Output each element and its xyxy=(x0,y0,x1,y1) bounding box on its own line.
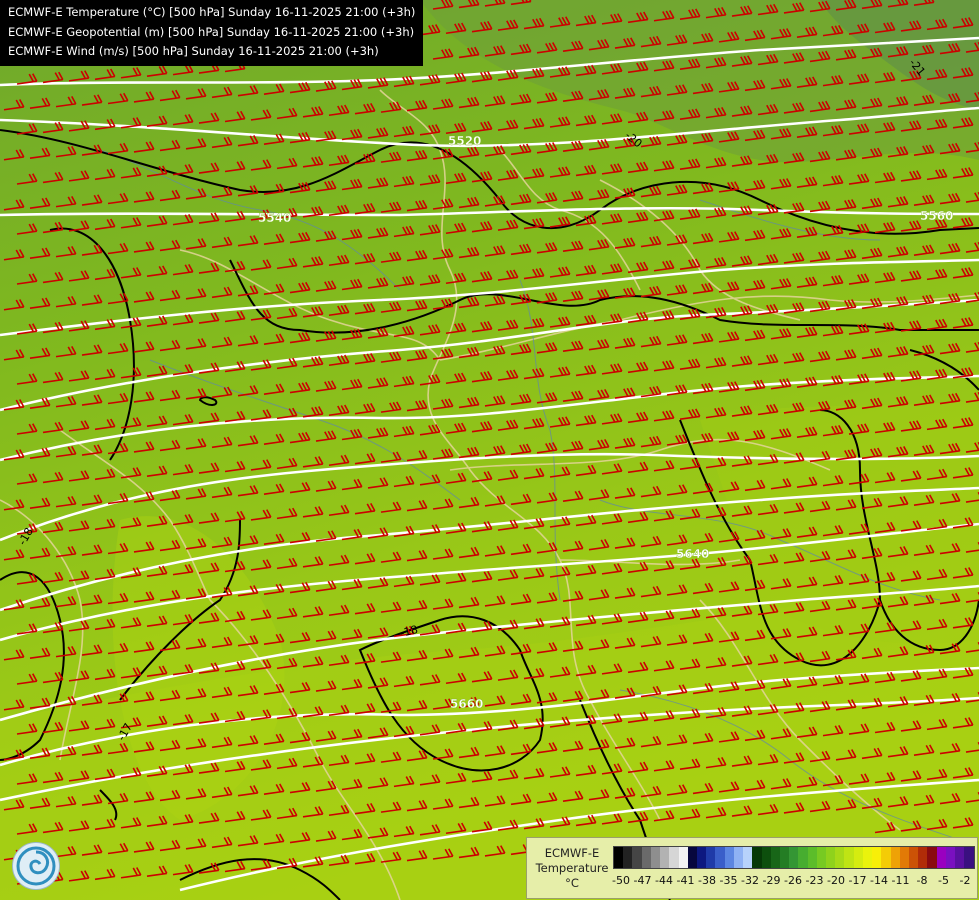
legend-color-swatch xyxy=(881,847,891,868)
legend-color-swatch xyxy=(706,847,716,868)
legend-color-swatch xyxy=(752,847,762,868)
isohypse-label: 5640 xyxy=(676,547,709,561)
map-info-box: ECMWF-E Temperature (°C) [500 hPa] Sunda… xyxy=(0,0,424,66)
legend-tick-label: -32 xyxy=(741,874,759,887)
legend-tick-label: -23 xyxy=(805,874,824,887)
legend-color-swatch xyxy=(687,847,697,868)
legend-title: ECMWF-E Temperature °C xyxy=(533,846,611,891)
legend-model: ECMWF-E xyxy=(544,846,600,860)
legend-unit: °C xyxy=(565,876,579,890)
legend-tick-label: -2 xyxy=(959,874,971,887)
legend-tick-label: -47 xyxy=(633,874,652,887)
legend-color-swatch xyxy=(632,847,642,868)
legend-color-swatch xyxy=(826,847,836,868)
temperature-info: ECMWF-E Temperature (°C) [500 hPa] Sunda… xyxy=(8,5,416,19)
legend-color-swatch xyxy=(724,847,734,868)
legend-color-swatch xyxy=(955,847,965,868)
ecmwf-logo-icon xyxy=(12,842,60,890)
legend-tick-label: -14 xyxy=(870,874,888,887)
legend-tick-label: -29 xyxy=(762,874,781,887)
legend-color-swatch xyxy=(899,847,909,868)
isohypse-label: 5560 xyxy=(920,209,953,223)
legend-color-bar xyxy=(613,846,975,869)
legend-tick-label: -26 xyxy=(784,874,802,887)
isohypse-label: 5540 xyxy=(258,211,291,225)
legend-tick-label: -38 xyxy=(698,874,716,887)
legend-variable: Temperature xyxy=(535,861,609,875)
legend-ticks: -50 -47 -44 -41 -38 -35 -32 -29 -26 -23 -20 -17 -14-… xyxy=(612,874,973,890)
legend-color-swatch xyxy=(779,847,790,868)
legend-color-swatch xyxy=(650,847,661,868)
legend-tick-label: -50 xyxy=(612,874,630,887)
isohypse-label: 5520 xyxy=(448,134,481,148)
legend-tick-label: -41 xyxy=(676,874,695,887)
legend-color-swatch xyxy=(890,847,900,868)
weather-map: 5520 5540 5560 5640 5660 -21 -20 -18 -18… xyxy=(0,0,979,900)
legend-color-swatch xyxy=(807,847,817,868)
legend-color-swatch xyxy=(623,847,633,868)
legend-color-swatch xyxy=(835,847,845,868)
legend-color-swatch xyxy=(761,847,771,868)
legend-tick-label: -20 xyxy=(827,874,845,887)
temperature-legend: ECMWF-E Temperature °C -50 -47 -44 -41 -38 -3… xyxy=(526,837,978,899)
legend-tick-label: -35 xyxy=(719,874,738,887)
legend-tick-label: -11 xyxy=(891,874,910,887)
wind-info: ECMWF-E Wind (m/s) [500 hPa] Sunday 16-1… xyxy=(8,44,379,58)
legend-color-swatch xyxy=(816,847,827,868)
legend-color-swatch xyxy=(862,847,873,868)
legend-tick-label: -44 xyxy=(655,874,673,887)
legend-color-swatch xyxy=(927,847,937,868)
geopotential-info: ECMWF-E Geopotential (m) [500 hPa] Sunda… xyxy=(8,24,415,39)
legend-color-swatch xyxy=(678,847,688,868)
legend-color-swatch xyxy=(918,847,928,868)
legend-color-swatch xyxy=(844,847,854,868)
legend-color-swatch xyxy=(743,847,753,868)
legend-tick-label: -8 xyxy=(916,874,928,887)
legend-color-swatch xyxy=(909,847,919,868)
legend-color-swatch xyxy=(798,847,808,868)
legend-tick-label: -17 xyxy=(848,874,867,887)
legend-color-swatch xyxy=(789,847,799,868)
legend-color-swatch xyxy=(945,847,956,868)
legend-color-swatch xyxy=(641,847,651,868)
legend-color-swatch xyxy=(964,847,974,868)
legend-color-swatch xyxy=(696,847,707,868)
legend-color-swatch xyxy=(733,847,744,868)
legend-color-swatch xyxy=(770,847,780,868)
legend-color-swatch xyxy=(614,847,624,868)
legend-color-swatch xyxy=(853,847,863,868)
legend-color-swatch xyxy=(715,847,725,868)
isohypse-label: 5660 xyxy=(450,697,483,711)
map-canvas: 5520 5540 5560 5640 5660 -21 -20 -18 -18… xyxy=(0,0,979,900)
legend-color-swatch xyxy=(669,847,679,868)
legend-tick-label: -5 xyxy=(938,874,949,887)
legend-color-swatch xyxy=(660,847,670,868)
legend-color-swatch xyxy=(936,847,946,868)
legend-color-swatch xyxy=(872,847,882,868)
